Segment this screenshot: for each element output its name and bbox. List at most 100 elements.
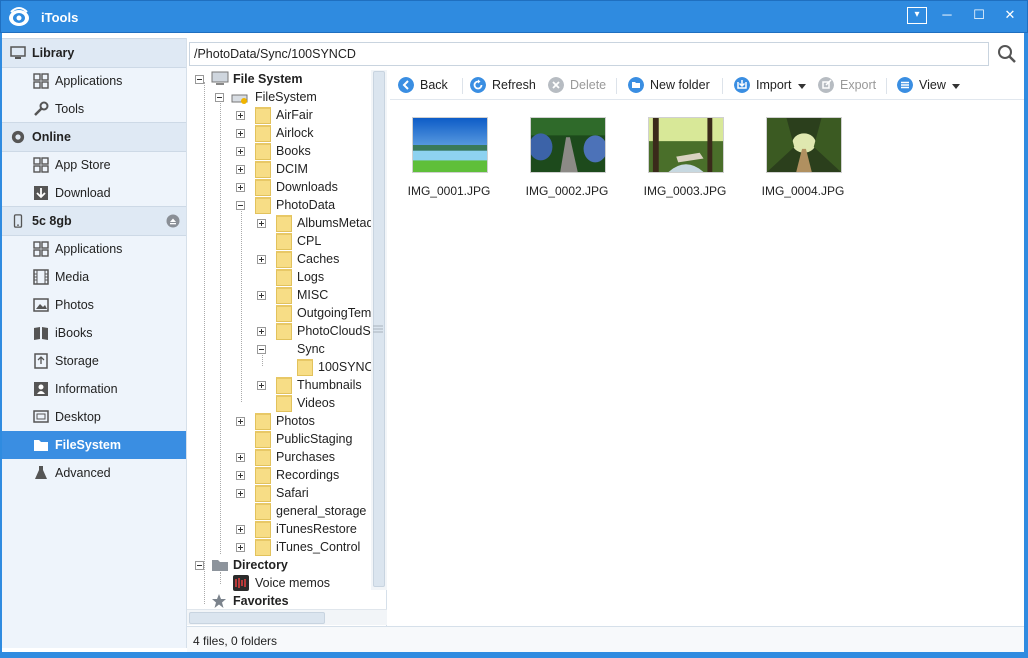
new-folder-button[interactable]: New folder bbox=[628, 76, 718, 94]
tree-node-folder[interactable]: Safari bbox=[187, 484, 386, 502]
tree-expand-toggle[interactable] bbox=[236, 417, 245, 426]
sidebar-item-app-store[interactable]: App Store bbox=[2, 151, 186, 179]
tree-expand-toggle[interactable] bbox=[236, 165, 245, 174]
tree-collapse-toggle[interactable] bbox=[195, 561, 204, 570]
file-tile[interactable]: IMG_0004.JPG bbox=[748, 111, 858, 201]
tree-node-folder[interactable]: Purchases bbox=[187, 448, 386, 466]
minimize-button[interactable]: ─ bbox=[937, 7, 957, 24]
tree-node-voice-memos[interactable]: Voice memos bbox=[187, 574, 386, 592]
sidebar-item-applications[interactable]: Applications bbox=[2, 67, 186, 95]
toolbar-label: Export bbox=[840, 78, 877, 92]
tree-expand-toggle[interactable] bbox=[257, 291, 266, 300]
tree-expand-toggle[interactable] bbox=[257, 255, 266, 264]
close-button[interactable]: ✕ bbox=[1000, 7, 1020, 24]
tree-collapse-toggle[interactable] bbox=[195, 75, 204, 84]
sidebar-item-advanced[interactable]: Advanced bbox=[2, 459, 186, 487]
title-bar: iTools ▾ ─ ☐ ✕ bbox=[0, 0, 1028, 33]
toolbar-separator bbox=[616, 78, 617, 94]
eject-icon[interactable] bbox=[166, 214, 180, 228]
tree-expand-toggle[interactable] bbox=[236, 489, 245, 498]
sidebar-item-photos[interactable]: Photos bbox=[2, 291, 186, 319]
tree-node-folder[interactable]: Videos bbox=[187, 394, 386, 412]
tree-node-folder[interactable]: Thumbnails bbox=[187, 376, 386, 394]
sidebar-item-information[interactable]: Information bbox=[2, 375, 186, 403]
tree-node-folder[interactable]: PublicStaging bbox=[187, 430, 386, 448]
tree-node-folder[interactable]: general_storage bbox=[187, 502, 386, 520]
menu-dropdown-button[interactable]: ▾ bbox=[907, 7, 927, 24]
tree-expand-toggle[interactable] bbox=[236, 183, 245, 192]
view-button[interactable]: View bbox=[897, 76, 963, 94]
tree-expand-toggle[interactable] bbox=[236, 147, 245, 156]
tree-expand-toggle[interactable] bbox=[236, 129, 245, 138]
tree-collapse-toggle[interactable] bbox=[215, 93, 224, 102]
path-input[interactable] bbox=[194, 46, 974, 62]
tree-label: iTunes_Control bbox=[276, 540, 361, 554]
tree-node-folder[interactable]: PhotoData bbox=[187, 196, 386, 214]
tree-collapse-toggle[interactable] bbox=[236, 201, 245, 210]
tree-label: iTunesRestore bbox=[276, 522, 357, 536]
sidebar-section-device[interactable]: 5c 8gb bbox=[2, 206, 186, 236]
tree-expand-toggle[interactable] bbox=[236, 111, 245, 120]
sidebar-section-library[interactable]: Library bbox=[2, 38, 186, 68]
tree-node-folder[interactable]: Books bbox=[187, 142, 386, 160]
file-tile[interactable]: IMG_0001.JPG bbox=[394, 111, 504, 201]
sidebar-item-storage[interactable]: Storage bbox=[2, 347, 186, 375]
scrollbar-thumb[interactable] bbox=[189, 612, 325, 624]
back-button[interactable]: Back bbox=[398, 76, 458, 94]
sidebar-section-online[interactable]: Online bbox=[2, 122, 186, 152]
tree-expand-toggle[interactable] bbox=[236, 471, 245, 480]
new-folder-icon bbox=[628, 77, 644, 93]
sidebar-item-label: Photos bbox=[55, 298, 94, 312]
tree-expand-toggle[interactable] bbox=[236, 543, 245, 552]
sidebar-item-label: Storage bbox=[55, 354, 99, 368]
tree-node-folder[interactable]: Logs bbox=[187, 268, 386, 286]
import-button[interactable]: Import bbox=[734, 76, 810, 94]
maximize-button[interactable]: ☐ bbox=[969, 7, 989, 24]
sidebar-item-desktop[interactable]: Desktop bbox=[2, 403, 186, 431]
tree-node-folder[interactable]: Recordings bbox=[187, 466, 386, 484]
tree-horizontal-scrollbar[interactable] bbox=[187, 609, 387, 625]
delete-button[interactable]: Delete bbox=[548, 76, 608, 94]
tree-node-folder[interactable]: iTunes_Control bbox=[187, 538, 386, 556]
tree-node-folder[interactable]: Photos bbox=[187, 412, 386, 430]
sidebar-item-media[interactable]: Media bbox=[2, 263, 186, 291]
refresh-button[interactable]: Refresh bbox=[470, 76, 540, 94]
tree-node-device-filesystem[interactable]: FileSystem bbox=[187, 88, 386, 106]
tree-expand-toggle[interactable] bbox=[236, 525, 245, 534]
tree-node-folder[interactable]: AirFair bbox=[187, 106, 386, 124]
tree-node-folder[interactable]: MISC bbox=[187, 286, 386, 304]
tree-node-directory[interactable]: Directory bbox=[187, 556, 386, 574]
tree-expand-toggle[interactable] bbox=[257, 327, 266, 336]
file-tile[interactable]: IMG_0003.JPG bbox=[630, 111, 740, 201]
tree-expand-toggle[interactable] bbox=[236, 453, 245, 462]
sidebar-item-tools[interactable]: Tools bbox=[2, 95, 186, 123]
tree-node-folder[interactable]: OutgoingTem bbox=[187, 304, 386, 322]
tree-node-folder[interactable]: DCIM bbox=[187, 160, 386, 178]
desktop-icon bbox=[33, 410, 49, 423]
tree-node-folder[interactable]: AlbumsMetad bbox=[187, 214, 386, 232]
tree-node-folder[interactable]: PhotoCloudSh bbox=[187, 322, 386, 340]
sidebar-item-ibooks[interactable]: iBooks bbox=[2, 319, 186, 347]
sidebar-item-download[interactable]: Download bbox=[2, 179, 186, 207]
tree-expand-toggle[interactable] bbox=[257, 381, 266, 390]
search-icon[interactable] bbox=[994, 42, 1020, 66]
tree-node-folder[interactable]: CPL bbox=[187, 232, 386, 250]
tree-node-folder[interactable]: iTunesRestore bbox=[187, 520, 386, 538]
sidebar-item-filesystem[interactable]: FileSystem bbox=[2, 431, 186, 459]
tree-label: DCIM bbox=[276, 162, 308, 176]
sidebar-item-applications-device[interactable]: Applications bbox=[2, 235, 186, 263]
splitter-grip-icon[interactable] bbox=[373, 325, 383, 333]
folder-icon bbox=[34, 440, 48, 451]
file-name: IMG_0003.JPG bbox=[643, 184, 727, 198]
tree-node-folder[interactable]: Caches bbox=[187, 250, 386, 268]
tree-node-folder[interactable]: Airlock bbox=[187, 124, 386, 142]
tree-node-file-system[interactable]: File System bbox=[187, 70, 386, 88]
tree-node-folder[interactable]: Downloads bbox=[187, 178, 386, 196]
export-button[interactable]: Export bbox=[818, 76, 880, 94]
file-tile[interactable]: IMG_0002.JPG bbox=[512, 111, 622, 201]
tree-node-favorites[interactable]: Favorites bbox=[187, 592, 386, 610]
tree-node-folder-selected[interactable]: 100SYNCD bbox=[187, 358, 386, 376]
tree-node-folder[interactable]: Sync bbox=[187, 340, 386, 358]
tree-expand-toggle[interactable] bbox=[257, 219, 266, 228]
tree-collapse-toggle[interactable] bbox=[257, 345, 266, 354]
